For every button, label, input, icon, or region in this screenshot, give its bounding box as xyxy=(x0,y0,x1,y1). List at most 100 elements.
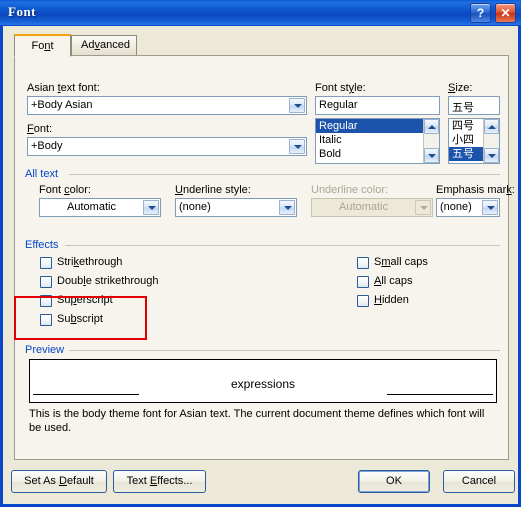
underline-style-label-post: nderline style: xyxy=(182,184,251,196)
checkbox-hidden-label: Hidden xyxy=(374,294,409,306)
chevron-down-icon xyxy=(415,200,431,215)
chk-post: script xyxy=(76,313,103,325)
font-style-scrollbar[interactable] xyxy=(423,119,439,163)
size-value: 五号 xyxy=(452,102,474,114)
size-label-post: ize: xyxy=(455,82,473,94)
chk-post: ll caps xyxy=(381,275,413,287)
scroll-up-icon[interactable] xyxy=(484,119,499,134)
scroll-up-icon[interactable] xyxy=(424,119,439,134)
scroll-down-icon[interactable] xyxy=(484,148,499,163)
underline-color-label: Underline color: xyxy=(311,184,389,196)
underline-color-value: Automatic xyxy=(339,201,388,213)
preview-group-label: Preview xyxy=(25,344,70,356)
tab-font-label-post: t xyxy=(50,40,54,52)
font-style-label-pre: Font st xyxy=(315,82,349,94)
checkbox-all-caps-label: All caps xyxy=(374,275,413,287)
tab-advanced-label-post: anced xyxy=(99,39,130,51)
checkbox-subscript[interactable]: Subscript xyxy=(40,313,103,326)
preview-box: expressions xyxy=(29,359,497,403)
font-dialog-window: Font ? ✕ Font Advanced Asian text font: … xyxy=(0,0,521,507)
font-color-label: Font color: xyxy=(39,184,91,196)
all-text-group-label: All text xyxy=(25,168,64,180)
scroll-down-icon[interactable] xyxy=(424,148,439,163)
chk-acc: m xyxy=(381,256,391,268)
font-style-input[interactable]: Regular xyxy=(315,96,440,115)
checkbox-box-icon[interactable] xyxy=(40,257,52,269)
asian-text-font-value-wrap: +Body Asian xyxy=(31,99,286,111)
set-as-default-button[interactable]: Set As Default xyxy=(11,470,107,493)
font-style-listbox[interactable]: Regular Italic Bold xyxy=(315,118,440,164)
set-as-default-acc: D xyxy=(58,475,67,487)
text-effects-button[interactable]: Text Effects... xyxy=(113,470,206,493)
chk-pre: Su xyxy=(57,294,71,306)
emphasis-mark-label-post: : xyxy=(511,184,515,196)
size-listbox[interactable]: 四号 小四 五号 xyxy=(448,118,500,164)
font-color-combo[interactable]: Automatic xyxy=(39,198,161,217)
preview-sample-text: expressions xyxy=(230,377,296,391)
font-combo[interactable]: +Body xyxy=(27,137,307,156)
asian-text-font-combo[interactable]: +Body Asian xyxy=(27,96,307,115)
size-scrollbar[interactable] xyxy=(483,119,499,163)
checkbox-strikethrough[interactable]: Strikethrough xyxy=(40,256,122,269)
checkbox-superscript[interactable]: Superscript xyxy=(40,294,113,307)
emphasis-mark-label: Emphasis mark: xyxy=(436,184,515,196)
chk-post: all caps xyxy=(390,256,428,268)
preview-rule-right xyxy=(387,394,493,395)
help-icon[interactable]: ? xyxy=(470,3,491,23)
tab-advanced[interactable]: Advanced xyxy=(71,35,137,56)
window-title: Font xyxy=(8,4,36,19)
set-as-default-post: efault xyxy=(66,475,94,487)
tab-font[interactable]: Font xyxy=(14,34,71,57)
chevron-down-icon[interactable] xyxy=(289,98,305,113)
checkbox-box-icon[interactable] xyxy=(357,257,369,269)
checkbox-all-caps[interactable]: All caps xyxy=(357,275,413,288)
close-icon[interactable]: ✕ xyxy=(495,3,516,23)
tab-font-label-pre: Fo xyxy=(31,40,45,52)
preview-rule-left xyxy=(33,394,139,395)
chk-post: e strikethrough xyxy=(85,275,159,287)
preview-group-divider xyxy=(69,350,500,351)
font-label: Font: xyxy=(27,123,52,135)
chk-pre: Stri xyxy=(57,256,74,268)
chevron-down-icon[interactable] xyxy=(279,200,295,215)
emphasis-mark-label-pre: Emphasis mar xyxy=(436,184,507,196)
font-color-label-pre: Font xyxy=(39,184,65,196)
font-label-post: ont: xyxy=(33,123,53,135)
font-style-label-post: le: xyxy=(354,82,366,94)
chk-post: ethrough xyxy=(79,256,123,268)
ok-button[interactable]: OK xyxy=(358,470,430,493)
chevron-down-icon[interactable] xyxy=(482,200,498,215)
size-input[interactable]: 五号 xyxy=(448,96,500,115)
emphasis-mark-combo[interactable]: (none) xyxy=(436,198,500,217)
underline-style-label: Underline style: xyxy=(175,184,251,196)
checkbox-box-icon[interactable] xyxy=(40,276,52,288)
font-label-acc: F xyxy=(27,123,34,135)
checkbox-double-strikethrough[interactable]: Double strikethrough xyxy=(40,275,159,288)
checkbox-box-icon[interactable] xyxy=(40,314,52,326)
text-effects-pre: Text xyxy=(126,475,150,487)
underline-style-combo[interactable]: (none) xyxy=(175,198,297,217)
effects-group-divider xyxy=(65,245,500,246)
chevron-down-icon[interactable] xyxy=(289,139,305,154)
chk-acc: H xyxy=(374,294,382,306)
tab-advanced-label-pre: Ad xyxy=(81,39,95,51)
effects-group-label: Effects xyxy=(25,239,64,251)
list-item[interactable]: Regular xyxy=(316,119,439,133)
checkbox-hidden[interactable]: Hidden xyxy=(357,294,409,307)
chk-post: erscript xyxy=(76,294,113,306)
font-style-label: Font style: xyxy=(315,82,366,94)
checkbox-subscript-label: Subscript xyxy=(57,313,103,325)
asian-text-font-label-pre: Asian xyxy=(27,82,58,94)
checkbox-box-icon[interactable] xyxy=(357,295,369,307)
list-item[interactable]: Italic xyxy=(316,133,439,147)
title-bar: Font ? ✕ xyxy=(0,0,521,26)
checkbox-box-icon[interactable] xyxy=(357,276,369,288)
list-item[interactable]: Bold xyxy=(316,147,439,161)
all-text-group-divider xyxy=(69,174,500,175)
chevron-down-icon[interactable] xyxy=(143,200,159,215)
font-style-value: Regular xyxy=(319,99,358,111)
cancel-button[interactable]: Cancel xyxy=(443,470,515,493)
checkbox-strikethrough-label: Strikethrough xyxy=(57,256,122,268)
checkbox-box-icon[interactable] xyxy=(40,295,52,307)
checkbox-small-caps[interactable]: Small caps xyxy=(357,256,428,269)
